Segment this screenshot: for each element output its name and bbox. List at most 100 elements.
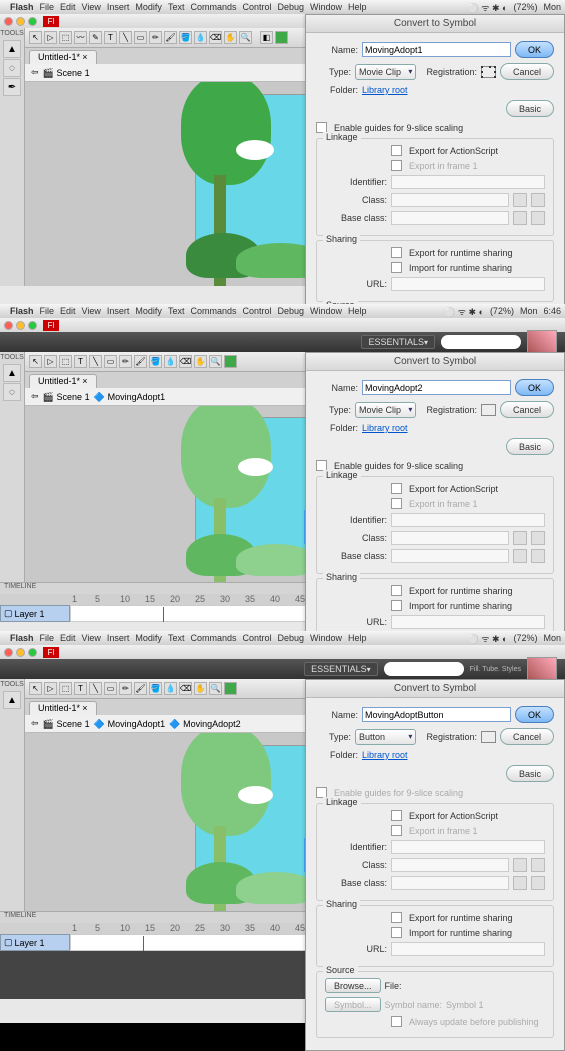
folder-link[interactable]: Library root xyxy=(362,423,408,433)
bucket-tool-icon[interactable]: 🪣 xyxy=(149,355,162,368)
menu-view[interactable]: View xyxy=(82,2,101,12)
menu-window[interactable]: Window xyxy=(310,306,342,316)
line-tool-icon[interactable]: ╲ xyxy=(89,682,102,695)
app-name[interactable]: Flash xyxy=(10,306,34,316)
pen-tool-icon[interactable]: ✒ xyxy=(3,78,21,96)
menu-edit[interactable]: Edit xyxy=(60,633,76,643)
cancel-button[interactable]: Cancel xyxy=(500,728,554,745)
baseclass-input[interactable] xyxy=(391,549,509,563)
edit-icon[interactable] xyxy=(531,531,545,545)
registration-grid[interactable] xyxy=(481,404,496,416)
text-tool-icon[interactable]: T xyxy=(74,682,87,695)
fill-color-icon[interactable] xyxy=(224,682,237,695)
layer-row[interactable]: ▢Layer 1 xyxy=(0,934,70,951)
bucket-tool-icon[interactable]: 🪣 xyxy=(179,31,192,44)
playhead-icon[interactable] xyxy=(143,936,144,951)
menu-text[interactable]: Text xyxy=(168,306,185,316)
import-rt-checkbox[interactable] xyxy=(391,262,402,273)
identifier-input[interactable] xyxy=(391,840,545,854)
basic-button[interactable]: Basic xyxy=(506,438,554,455)
text-tool-icon[interactable]: T xyxy=(74,355,87,368)
menu-insert[interactable]: Insert xyxy=(107,306,130,316)
export-as-checkbox[interactable] xyxy=(391,145,402,156)
status-icons[interactable]: ⚪ ᯤ ✱ ◐ xyxy=(444,305,484,318)
subsel-tool-icon[interactable]: ▷ xyxy=(44,682,57,695)
min-dot-icon[interactable] xyxy=(16,648,25,657)
basic-button[interactable]: Basic xyxy=(506,100,554,117)
menu-control[interactable]: Control xyxy=(242,633,271,643)
menu-control[interactable]: Control xyxy=(242,306,271,316)
subsel-tool-icon[interactable]: ▷ xyxy=(44,31,57,44)
validate-icon[interactable] xyxy=(513,549,527,563)
breadcrumb-symbol1[interactable]: MovingAdopt1 xyxy=(108,719,166,729)
class-input[interactable] xyxy=(391,858,509,872)
erase-tool-icon[interactable]: ⌫ xyxy=(179,355,192,368)
name-input[interactable] xyxy=(362,380,511,395)
min-dot-icon[interactable] xyxy=(16,321,25,330)
min-dot-icon[interactable] xyxy=(16,17,25,26)
zoom-tool-icon[interactable]: 🔍 xyxy=(209,355,222,368)
menu-commands[interactable]: Commands xyxy=(190,2,236,12)
menu-file[interactable]: File xyxy=(40,2,55,12)
breadcrumb-symbol[interactable]: MovingAdopt1 xyxy=(108,392,166,402)
class-input[interactable] xyxy=(391,193,509,207)
playhead-icon[interactable] xyxy=(163,607,164,622)
name-input[interactable] xyxy=(362,42,511,57)
url-input[interactable] xyxy=(391,277,545,291)
export-as-checkbox[interactable] xyxy=(391,483,402,494)
edit-icon[interactable] xyxy=(531,193,545,207)
select-tool-icon[interactable]: ▲ xyxy=(3,40,21,58)
validate-icon[interactable] xyxy=(513,531,527,545)
ok-button[interactable]: OK xyxy=(515,41,554,58)
close-tab-icon[interactable]: × xyxy=(82,376,87,386)
validate-icon[interactable] xyxy=(513,211,527,225)
url-input[interactable] xyxy=(391,942,545,956)
menu-view[interactable]: View xyxy=(82,306,101,316)
back-arrow-icon[interactable]: ⇦ xyxy=(31,67,39,78)
layer-row[interactable]: ▢Layer 1 xyxy=(0,605,70,622)
panel-thumb[interactable] xyxy=(527,330,557,354)
zoom-dot-icon[interactable] xyxy=(28,648,37,657)
dropper-tool-icon[interactable]: 💧 xyxy=(194,31,207,44)
stroke-color-icon[interactable]: ◧ xyxy=(260,31,273,44)
close-tab-icon[interactable]: × xyxy=(82,703,87,713)
menu-commands[interactable]: Commands xyxy=(190,633,236,643)
export-rt-checkbox[interactable] xyxy=(391,585,402,596)
validate-icon[interactable] xyxy=(513,858,527,872)
zoom-dot-icon[interactable] xyxy=(28,321,37,330)
search-input[interactable] xyxy=(384,662,464,676)
edit-icon[interactable] xyxy=(531,858,545,872)
rect-tool-icon[interactable]: ▭ xyxy=(104,355,117,368)
line-tool-icon[interactable]: ╲ xyxy=(119,31,132,44)
hand-tool-icon[interactable]: ✋ xyxy=(224,31,237,44)
lasso-tool-icon[interactable]: ◌ xyxy=(3,383,21,401)
identifier-input[interactable] xyxy=(391,175,545,189)
rect-tool-icon[interactable]: ▭ xyxy=(134,31,147,44)
fill-color-icon[interactable] xyxy=(224,355,237,368)
arrow-tool-icon[interactable]: ↖ xyxy=(29,31,42,44)
menu-commands[interactable]: Commands xyxy=(190,306,236,316)
menu-text[interactable]: Text xyxy=(168,2,185,12)
layer-name[interactable]: Layer 1 xyxy=(15,609,45,619)
folder-link[interactable]: Library root xyxy=(362,750,408,760)
zoom-dot-icon[interactable] xyxy=(28,17,37,26)
menu-help[interactable]: Help xyxy=(348,306,367,316)
breadcrumb-symbol2[interactable]: MovingAdopt2 xyxy=(183,719,241,729)
menu-debug[interactable]: Debug xyxy=(277,633,304,643)
menu-file[interactable]: File xyxy=(40,306,55,316)
breadcrumb-scene[interactable]: Scene 1 xyxy=(57,719,90,729)
erase-tool-icon[interactable]: ⌫ xyxy=(209,31,222,44)
lasso-icon[interactable]: 〰 xyxy=(74,31,87,44)
menu-window[interactable]: Window xyxy=(310,2,342,12)
brush-tool-icon[interactable]: 🖌 xyxy=(164,31,177,44)
panel-thumb[interactable] xyxy=(527,657,557,681)
select-tool-icon[interactable]: ▲ xyxy=(3,691,21,709)
brush-tool-icon[interactable]: 🖌 xyxy=(134,355,147,368)
line-tool-icon[interactable]: ╲ xyxy=(89,355,102,368)
text-tool-icon[interactable]: T xyxy=(104,31,117,44)
close-tab-icon[interactable]: × xyxy=(82,52,87,62)
menu-insert[interactable]: Insert xyxy=(107,2,130,12)
import-rt-checkbox[interactable] xyxy=(391,600,402,611)
cancel-button[interactable]: Cancel xyxy=(500,401,554,418)
menu-edit[interactable]: Edit xyxy=(60,2,76,12)
